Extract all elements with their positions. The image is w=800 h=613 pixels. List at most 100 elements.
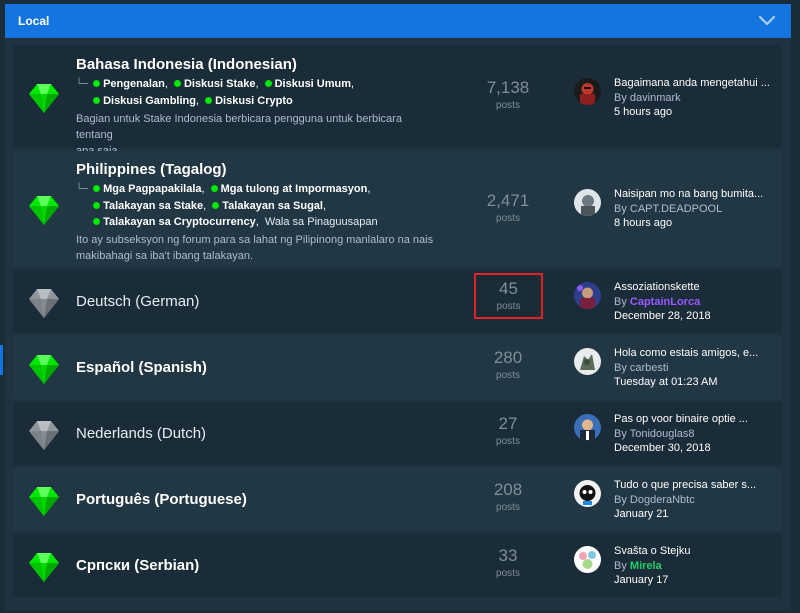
last-post-author: By DogderaNbtc xyxy=(614,493,695,506)
username-link[interactable]: davinmark xyxy=(630,92,681,104)
subforum-unread-dot-icon xyxy=(205,97,213,104)
username-link[interactable]: CAPT.DEADPOOL xyxy=(630,203,722,215)
subforum-unread-dot-icon xyxy=(210,185,218,192)
forum-list: Bahasa Indonesia (Indonesian) └─ Pengena… xyxy=(5,38,791,597)
post-count: 280 xyxy=(493,348,523,367)
post-count: 2,471 xyxy=(486,191,530,210)
subforum-unread-dot-icon xyxy=(93,80,101,87)
subforum-link[interactable]: Talakayan sa Stake, xyxy=(93,198,206,214)
last-post-time: Tuesday at 01:23 AM xyxy=(614,376,718,388)
forum-node-indonesian: Bahasa Indonesia (Indonesian) └─ Pengena… xyxy=(13,45,784,157)
post-count: 33 xyxy=(498,546,518,565)
last-post-title-link[interactable]: Svašta o Stejku xyxy=(614,544,784,559)
username-link[interactable]: Mirela xyxy=(630,560,662,572)
post-count-label: posts xyxy=(496,301,521,312)
category-header[interactable]: Local xyxy=(5,4,791,38)
chevron-down-icon[interactable] xyxy=(757,14,777,28)
forum-unread-gem-icon xyxy=(27,550,61,584)
last-post-time: 8 hours ago xyxy=(614,217,673,229)
post-count: 7,138 xyxy=(486,78,530,97)
last-post-title-link[interactable]: Pas op voor binaire optie ... xyxy=(614,412,784,427)
forum-title-link[interactable]: Deutsch (German) xyxy=(76,293,446,310)
subforum-unread-dot-icon xyxy=(173,80,181,87)
subforum-unread-dot-icon xyxy=(93,218,101,225)
subforum-link[interactable]: Pengenalan, xyxy=(93,76,168,92)
forum-stats: 280 posts xyxy=(458,348,558,381)
forum-main: Deutsch (German) xyxy=(76,293,446,310)
last-post-author: By davinmark xyxy=(614,91,681,104)
username-link[interactable]: DogderaNbtc xyxy=(630,494,695,506)
forum-title-link[interactable]: Nederlands (Dutch) xyxy=(76,425,446,442)
subforum-unread-dot-icon xyxy=(93,97,101,104)
post-count-label: posts xyxy=(496,568,520,579)
post-count-label: posts xyxy=(496,502,520,513)
left-accent-bar xyxy=(0,345,3,375)
post-count: 45 xyxy=(499,279,518,298)
subforum-link[interactable]: Diskusi Crypto xyxy=(205,93,293,109)
avatar[interactable] xyxy=(574,480,601,507)
forum-stats-highlighted: 45 posts xyxy=(474,273,543,319)
subforum-unread-dot-icon xyxy=(93,202,101,209)
last-post-title-link[interactable]: Hola como estais amigos, e... xyxy=(614,346,784,361)
subforum-link[interactable]: Diskusi Gambling, xyxy=(93,93,199,109)
last-post-author: By CAPT.DEADPOOL xyxy=(614,202,723,215)
subforum-link[interactable]: Diskusi Stake, xyxy=(173,76,259,92)
forum-title-link[interactable]: Español (Spanish) xyxy=(76,359,446,376)
last-post-title-link[interactable]: Assoziationskette xyxy=(614,280,784,295)
subforum-link[interactable]: Wala sa Pinaguusapan xyxy=(265,214,378,230)
forum-node-tagalog: Philippines (Tagalog) └─ Mga Pagpapakila… xyxy=(13,151,782,267)
last-post-author: By carbesti xyxy=(614,361,669,374)
avatar[interactable] xyxy=(574,348,601,375)
avatar[interactable] xyxy=(574,78,601,105)
forum-main: Español (Spanish) xyxy=(76,359,446,376)
last-post-info: Pas op voor binaire optie ... By Tonidou… xyxy=(614,412,784,456)
last-post-time: 5 hours ago xyxy=(614,106,673,118)
last-post-time: December 28, 2018 xyxy=(614,310,711,322)
username-link[interactable]: carbesti xyxy=(630,362,669,374)
post-count-label: posts xyxy=(496,213,520,224)
category-block: Local Bahasa Indonesia (Indonesian) └─ P… xyxy=(5,4,791,611)
avatar[interactable] xyxy=(574,546,601,573)
forum-main: Bahasa Indonesia (Indonesian) └─ Pengena… xyxy=(76,56,446,159)
avatar[interactable] xyxy=(574,282,601,309)
forum-description: Ito ay subseksyon ng forum para sa lahat… xyxy=(76,234,434,262)
forum-node-portuguese: Português (Portuguese) 208 posts Tudo o … xyxy=(13,468,782,531)
forum-stats: 2,471 posts xyxy=(458,191,558,224)
last-post-title-link[interactable]: Naisipan mo na bang bumita... xyxy=(614,187,784,202)
category-title: Local xyxy=(18,14,50,28)
last-post-author: By CaptainLorca xyxy=(614,295,701,308)
last-post-title-link[interactable]: Tudo o que precisa saber s... xyxy=(614,478,784,493)
post-count-label: posts xyxy=(496,370,520,381)
last-post-title-link[interactable]: Bagaimana anda mengetahui ... xyxy=(614,76,784,91)
subforum-list: └─ Mga Pagpapakilala, Mga tulong at Impo… xyxy=(76,181,446,230)
avatar[interactable] xyxy=(574,414,601,441)
username-link[interactable]: CaptainLorca xyxy=(630,296,700,308)
avatar[interactable] xyxy=(574,189,601,216)
forum-title-link[interactable]: Српски (Serbian) xyxy=(76,557,446,574)
forum-unread-gem-icon xyxy=(27,81,61,115)
subforum-link[interactable]: Talakayan sa Sugal, xyxy=(212,198,326,214)
subforum-link[interactable]: Mga tulong at Impormasyon, xyxy=(210,181,370,197)
post-count: 27 xyxy=(498,414,518,433)
subforum-link[interactable]: Diskusi Umum, xyxy=(264,76,354,92)
forum-node-serbian: Српски (Serbian) 33 posts Svašta o Stejk… xyxy=(13,534,782,597)
forum-stats: 7,138 posts xyxy=(458,78,558,111)
subforum-unread-dot-icon xyxy=(264,80,272,87)
forum-main: Português (Portuguese) xyxy=(76,491,446,508)
forum-read-gem-icon xyxy=(27,286,61,320)
forum-title-link[interactable]: Português (Portuguese) xyxy=(76,491,446,508)
forum-title-link[interactable]: Philippines (Tagalog) xyxy=(76,161,446,178)
forum-unread-gem-icon xyxy=(27,352,61,386)
last-post-info: Naisipan mo na bang bumita... By CAPT.DE… xyxy=(614,187,784,231)
forum-node-german: Deutsch (German) 45 posts Assoziationske… xyxy=(13,270,782,333)
last-post-time: January 21 xyxy=(614,508,669,520)
subforum-link[interactable]: Talakayan sa Cryptocurrency, xyxy=(93,214,259,230)
subforum-elbow-icon: └─ xyxy=(76,79,89,90)
username-link[interactable]: Tonidouglas8 xyxy=(630,428,695,440)
last-post-info: Assoziationskette By CaptainLorca Decemb… xyxy=(614,280,784,324)
forum-node-spanish: Español (Spanish) 280 posts Hola como es… xyxy=(13,336,782,399)
forum-title-link[interactable]: Bahasa Indonesia (Indonesian) xyxy=(76,56,446,73)
forum-stats: 27 posts xyxy=(458,414,558,447)
last-post-author: By Mirela xyxy=(614,559,662,572)
subforum-link[interactable]: Mga Pagpapakilala, xyxy=(93,181,205,197)
